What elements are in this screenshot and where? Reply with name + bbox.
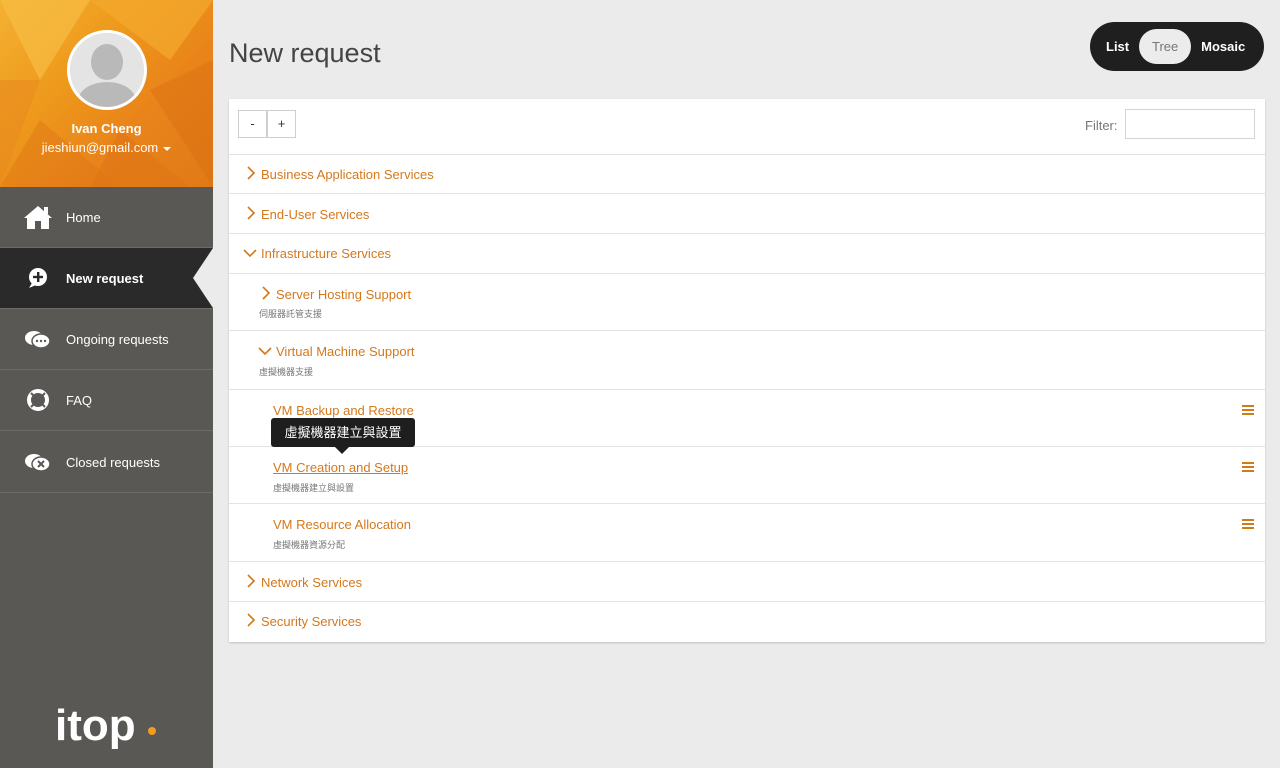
nav-label: Ongoing requests [66,331,169,347]
menu-icon[interactable] [1242,518,1254,530]
tree-node-server-hosting-support[interactable]: Server Hosting Support 伺服器託管支援 [229,274,1265,331]
tree-node-virtual-machine-support[interactable]: Virtual Machine Support 虛擬機器支援 [229,331,1265,390]
nav-label: FAQ [66,392,93,408]
service-item-description: 虛擬機器建立與設置 [273,483,355,493]
chevron-right-icon [247,574,256,588]
tree-node-label: Business Application Services [261,167,434,182]
tree-node-label: Security Services [261,614,362,629]
tree-toolbar: - + Filter: [229,99,1265,155]
home-icon [20,203,56,231]
menu-icon[interactable] [1242,404,1254,416]
nav-item-ongoing-requests[interactable]: Ongoing requests [0,309,213,370]
chevron-right-icon [247,206,256,220]
filter-label: Filter: [1085,118,1118,133]
tree-node-label: End-User Services [261,207,370,222]
caret-down-icon [163,146,172,151]
plus-bubble-icon [20,264,56,292]
collapse-all-button[interactable]: - [238,110,267,138]
nav-item-new-request[interactable]: New request [0,248,213,309]
page-title: New request [229,38,381,68]
avatar[interactable] [67,30,147,110]
lifebuoy-icon [20,386,56,414]
service-item-vm-creation-and-setup[interactable]: VM Creation and Setup 虛擬機器建立與設置 [229,447,1265,504]
service-item-description: 虛擬機器資源分配 [273,540,346,550]
tree-node-label: Server Hosting Support [276,287,412,302]
tree-node-end-user-services[interactable]: End-User Services [229,194,1265,234]
nav-item-closed-requests[interactable]: Closed requests [0,432,213,493]
tree-node-description: 虛擬機器支援 [259,367,314,377]
user-email: jieshiun@gmail.com [41,140,159,155]
itop-logo: itop [55,698,165,758]
tree-node-label: Network Services [261,575,363,590]
logo-text: itop [55,701,136,750]
tree-node-network-services[interactable]: Network Services [229,562,1265,602]
chevron-down-icon [243,249,257,258]
service-item-vm-resource-allocation[interactable]: VM Resource Allocation 虛擬機器資源分配 [229,504,1265,562]
expand-all-button[interactable]: + [267,110,296,138]
service-item-label[interactable]: VM Backup and Restore [273,403,414,418]
service-tree-panel: - + Filter: Business Application Service… [229,99,1265,642]
nav-label: Closed requests [66,454,160,470]
tree-node-business-application-services[interactable]: Business Application Services [229,155,1265,194]
nav-label: New request [66,270,144,286]
filter-input[interactable] [1125,109,1255,139]
menu-icon[interactable] [1242,461,1254,473]
chat-bubbles-icon [20,325,56,353]
chevron-right-icon [247,166,256,180]
user-menu-toggle[interactable]: jieshiun@gmail.com [0,140,213,155]
nav-label: Home [66,209,101,225]
view-mode-toggle: List Tree Mosaic [1090,22,1264,71]
tree-node-label: Infrastructure Services [261,246,392,261]
view-list-button[interactable]: List [1096,29,1139,64]
user-name: Ivan Cheng [71,121,142,136]
chevron-right-icon [247,613,256,627]
chevron-down-icon [258,347,272,356]
itop-logo-mark: itop [55,701,156,750]
user-panel: Ivan Cheng jieshiun@gmail.com [0,0,213,187]
tooltip: 虛擬機器建立與設置 [271,418,415,454]
chevron-right-icon [262,286,271,300]
nav-item-faq[interactable]: FAQ [0,370,213,431]
user-silhouette-icon [70,33,144,107]
sidebar: Ivan Cheng jieshiun@gmail.com Home New r… [0,0,213,768]
tree-node-security-services[interactable]: Security Services [229,602,1265,642]
tree-node-label: Virtual Machine Support [276,344,415,359]
nav-item-home[interactable]: Home [0,187,213,248]
view-tree-button[interactable]: Tree [1139,29,1192,64]
tree-node-infrastructure-services[interactable]: Infrastructure Services [229,234,1265,274]
view-mosaic-button[interactable]: Mosaic [1191,29,1255,64]
closed-bubble-icon [20,448,56,476]
service-item-label[interactable]: VM Creation and Setup [273,460,408,475]
tree-node-description: 伺服器託管支援 [259,309,323,319]
service-item-label[interactable]: VM Resource Allocation [273,517,411,532]
